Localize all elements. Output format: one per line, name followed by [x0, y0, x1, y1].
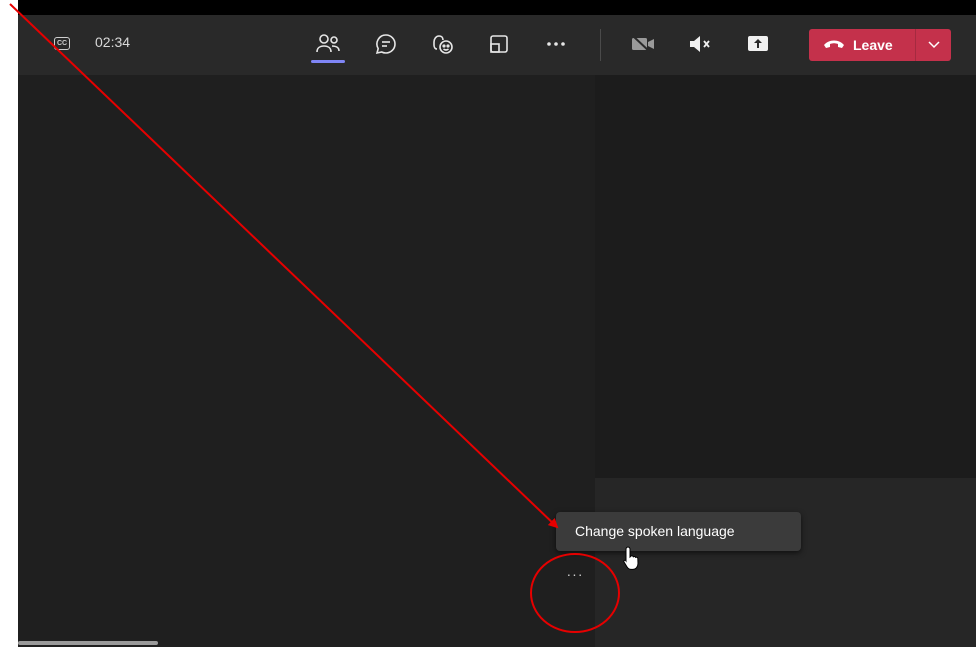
speaker-muted-icon[interactable]	[686, 30, 714, 58]
closed-captions-label: CC	[56, 40, 68, 47]
phone-hangup-icon	[823, 37, 845, 54]
people-icon[interactable]	[314, 30, 342, 58]
more-options-button[interactable]: ···	[562, 564, 588, 584]
chat-icon[interactable]	[372, 30, 400, 58]
camera-off-icon[interactable]	[629, 30, 657, 58]
hand-cursor-icon	[622, 545, 644, 571]
leave-label: Leave	[853, 37, 893, 53]
video-tile-self	[595, 478, 976, 647]
closed-captions-icon[interactable]: CC	[54, 37, 70, 50]
menu-item-change-spoken-language[interactable]: Change spoken language	[556, 515, 801, 548]
meeting-toolbar: CC 02:34 Leave	[18, 15, 976, 75]
leave-options-button[interactable]	[916, 29, 951, 61]
window-top-strip	[18, 0, 976, 15]
scrollbar-thumb[interactable]	[18, 641, 158, 645]
call-timer: 02:34	[95, 34, 131, 50]
context-menu: Change spoken language	[556, 512, 801, 551]
leave-button[interactable]: Leave	[809, 29, 915, 61]
toolbar-divider	[600, 29, 601, 61]
people-active-indicator	[311, 60, 345, 63]
reactions-icon[interactable]	[429, 30, 457, 58]
more-horizontal-icon[interactable]	[542, 30, 570, 58]
share-screen-icon[interactable]	[744, 30, 772, 58]
video-tile-upper	[595, 75, 976, 478]
chevron-down-icon	[927, 36, 940, 54]
leave-button-group: Leave	[809, 29, 951, 61]
view-icon[interactable]	[485, 30, 513, 58]
